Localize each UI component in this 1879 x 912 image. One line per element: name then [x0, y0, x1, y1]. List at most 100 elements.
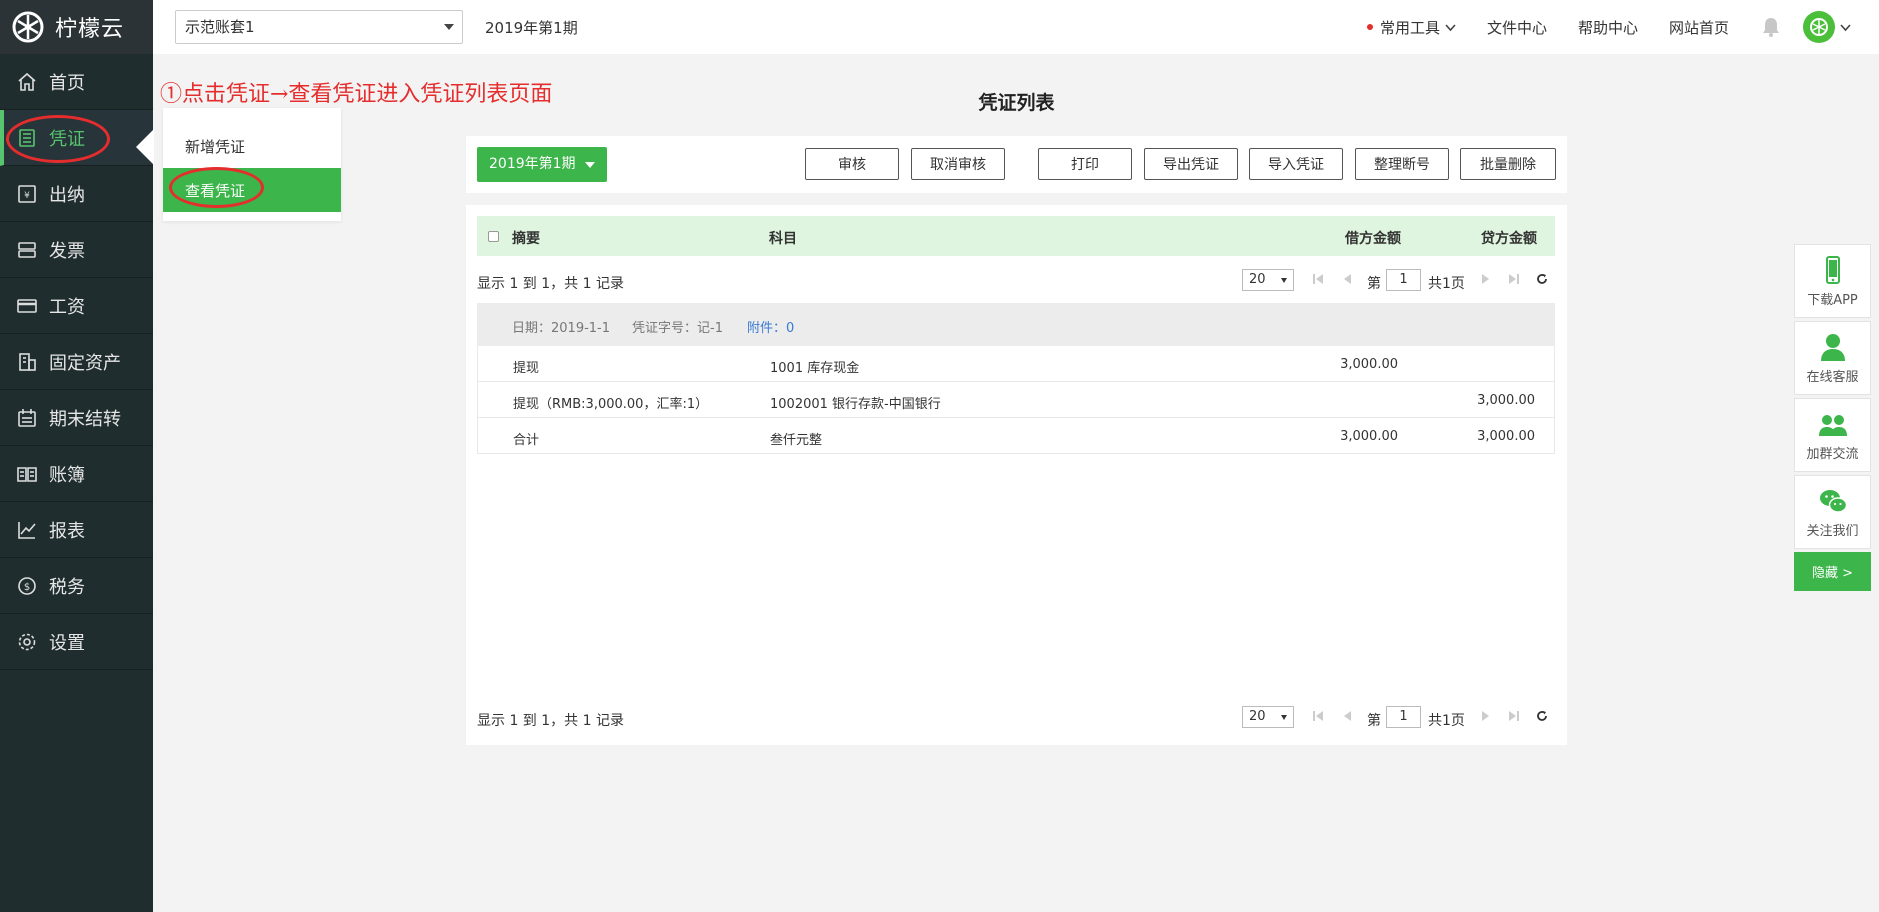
voucher-list-panel: 摘要 科目 借方金额 贷方金额 显示 1 到 1，共 1 记录 20 第 1 共… — [466, 205, 1567, 745]
voucher-submenu: 新增凭证 查看凭证 — [163, 108, 341, 221]
prev-page-icon[interactable] — [1341, 273, 1353, 285]
sidebar-item-ledger[interactable]: 账簿 — [0, 446, 153, 502]
pager-bottom: 显示 1 到 1，共 1 记录 20 第 1 共1页 — [477, 704, 1555, 734]
account-select[interactable]: 示范账套1 — [175, 10, 463, 44]
calendar-icon — [18, 408, 36, 427]
select-all-checkbox[interactable] — [488, 231, 499, 242]
cell-summary: 提现 — [513, 361, 540, 376]
sidebar-item-label: 首页 — [49, 72, 85, 94]
table-row: 提现 1001 库存现金 3,000.00 — [477, 346, 1555, 382]
submenu-item-new-voucher[interactable]: 新增凭证 — [163, 124, 341, 168]
hide-float-button[interactable]: 隐藏 > — [1794, 552, 1871, 591]
sidebar-item-cashier[interactable]: ¥ 出纳 — [0, 166, 153, 222]
sidebar-item-invoice[interactable]: 发票 — [0, 222, 153, 278]
online-service-button[interactable]: 在线客服 — [1794, 321, 1871, 395]
caret-down-icon — [585, 162, 595, 168]
voucher-header-row: 日期：2019-1-1 凭证字号：记-1 附件：0 — [477, 303, 1555, 346]
logo[interactable]: 柠檬云 — [0, 0, 153, 54]
right-float-bar: 下载APP 在线客服 加群交流 关注我们 隐藏 > — [1794, 244, 1871, 591]
wechat-icon — [1819, 489, 1847, 513]
float-label: 下载APP — [1807, 292, 1858, 308]
account-select-value: 示范账套1 — [185, 18, 255, 36]
file-center-link[interactable]: 文件中心 — [1487, 17, 1547, 38]
submenu-item-view-voucher[interactable]: 查看凭证 — [163, 168, 341, 212]
cell-subject: 1002001 银行存款-中国银行 — [770, 397, 941, 412]
avatar[interactable] — [1803, 11, 1835, 43]
cashier-icon: ¥ — [18, 184, 36, 203]
home-icon — [18, 72, 36, 91]
follow-us-button[interactable]: 关注我们 — [1794, 475, 1871, 549]
svg-text:¥: ¥ — [24, 191, 30, 201]
batch-delete-button[interactable]: 批量删除 — [1460, 148, 1556, 180]
last-page-icon[interactable] — [1508, 273, 1520, 285]
first-page-icon[interactable] — [1312, 710, 1324, 722]
invoice-icon — [18, 241, 36, 258]
tax-icon: $ — [18, 576, 36, 595]
sidebar-item-label: 发票 — [49, 240, 85, 262]
cancel-approve-button[interactable]: 取消审核 — [911, 148, 1005, 180]
approve-button[interactable]: 审核 — [805, 148, 899, 180]
download-app-button[interactable]: 下载APP — [1794, 244, 1871, 318]
tools-menu[interactable]: 常用工具 — [1366, 17, 1456, 38]
site-home-link[interactable]: 网站首页 — [1669, 17, 1729, 38]
pager-top: 显示 1 到 1，共 1 记录 20 第 1 共1页 — [477, 267, 1555, 297]
sidebar-item-tax[interactable]: $ 税务 — [0, 558, 153, 614]
import-voucher-button[interactable]: 导入凭证 — [1249, 148, 1343, 180]
sidebar: 柠檬云 首页 凭证 ¥ 出纳 发票 工资 固定资产 期末结转 账簿 报表 $ 税… — [0, 0, 154, 912]
first-page-icon[interactable] — [1312, 273, 1324, 285]
prev-page-icon[interactable] — [1341, 710, 1353, 722]
renumber-button[interactable]: 整理断号 — [1355, 148, 1449, 180]
cell-debit: 3,000.00 — [1340, 357, 1398, 372]
lemon-avatar-icon — [1810, 18, 1828, 36]
refresh-icon[interactable] — [1536, 273, 1548, 285]
sidebar-item-fixed-assets[interactable]: 固定资产 — [0, 334, 153, 390]
page-number-input[interactable]: 1 — [1386, 706, 1421, 728]
sidebar-item-voucher[interactable]: 凭证 — [0, 110, 154, 166]
page-number-input[interactable]: 1 — [1386, 269, 1421, 291]
sidebar-item-period-close[interactable]: 期末结转 — [0, 390, 153, 446]
page-total: 共1页 — [1428, 713, 1465, 729]
page-size-select[interactable]: 20 — [1242, 706, 1294, 728]
period-dropdown-label: 2019年第1期 — [489, 156, 576, 172]
cell-credit: 3,000.00 — [1477, 429, 1535, 444]
voucher-icon — [19, 128, 35, 147]
chevron-down-icon[interactable] — [1840, 22, 1851, 33]
period-dropdown-button[interactable]: 2019年第1期 — [477, 147, 607, 182]
next-page-icon[interactable] — [1480, 273, 1492, 285]
page-prefix: 第 — [1367, 276, 1381, 292]
refresh-icon[interactable] — [1536, 710, 1548, 722]
table-row: 提现（RMB:3,000.00，汇率:1） 1002001 银行存款-中国银行 … — [477, 382, 1555, 418]
table-header: 摘要 科目 借方金额 贷方金额 — [477, 216, 1555, 256]
sidebar-item-settings[interactable]: 设置 — [0, 614, 153, 670]
voucher-number: 凭证字号：记-1 — [632, 321, 723, 336]
voucher-attachments-link[interactable]: 附件：0 — [747, 317, 794, 336]
last-page-icon[interactable] — [1508, 710, 1520, 722]
sidebar-item-salary[interactable]: 工资 — [0, 278, 153, 334]
sidebar-item-home[interactable]: 首页 — [0, 54, 153, 110]
cell-summary: 提现（RMB:3,000.00，汇率:1） — [513, 397, 709, 412]
chevron-down-icon — [1445, 23, 1456, 31]
phone-icon — [1825, 255, 1840, 284]
export-voucher-button[interactable]: 导出凭证 — [1144, 148, 1238, 180]
print-button[interactable]: 打印 — [1038, 148, 1132, 180]
sidebar-item-reports[interactable]: 报表 — [0, 502, 153, 558]
sidebar-item-label: 出纳 — [49, 184, 85, 206]
next-page-icon[interactable] — [1480, 710, 1492, 722]
sidebar-item-label: 报表 — [49, 520, 85, 542]
sidebar-item-label: 设置 — [49, 632, 85, 654]
submenu-pointer — [136, 129, 154, 165]
help-center-link[interactable]: 帮助中心 — [1578, 17, 1638, 38]
red-dot-icon — [1366, 24, 1373, 30]
salary-icon — [17, 298, 37, 313]
page-size-select[interactable]: 20 — [1242, 269, 1294, 291]
caret-down-icon — [1281, 715, 1287, 720]
fixed-asset-icon — [19, 352, 36, 371]
cell-subject: 叁仟元整 — [770, 433, 823, 448]
gear-icon — [18, 633, 36, 650]
bell-icon[interactable] — [1760, 16, 1782, 38]
join-group-button[interactable]: 加群交流 — [1794, 398, 1871, 472]
column-header-credit: 贷方金额 — [1481, 231, 1537, 247]
table-row-total: 合计 叁仟元整 3,000.00 3,000.00 — [477, 418, 1555, 454]
svg-text:$: $ — [24, 582, 30, 593]
cell-debit: 3,000.00 — [1340, 429, 1398, 444]
